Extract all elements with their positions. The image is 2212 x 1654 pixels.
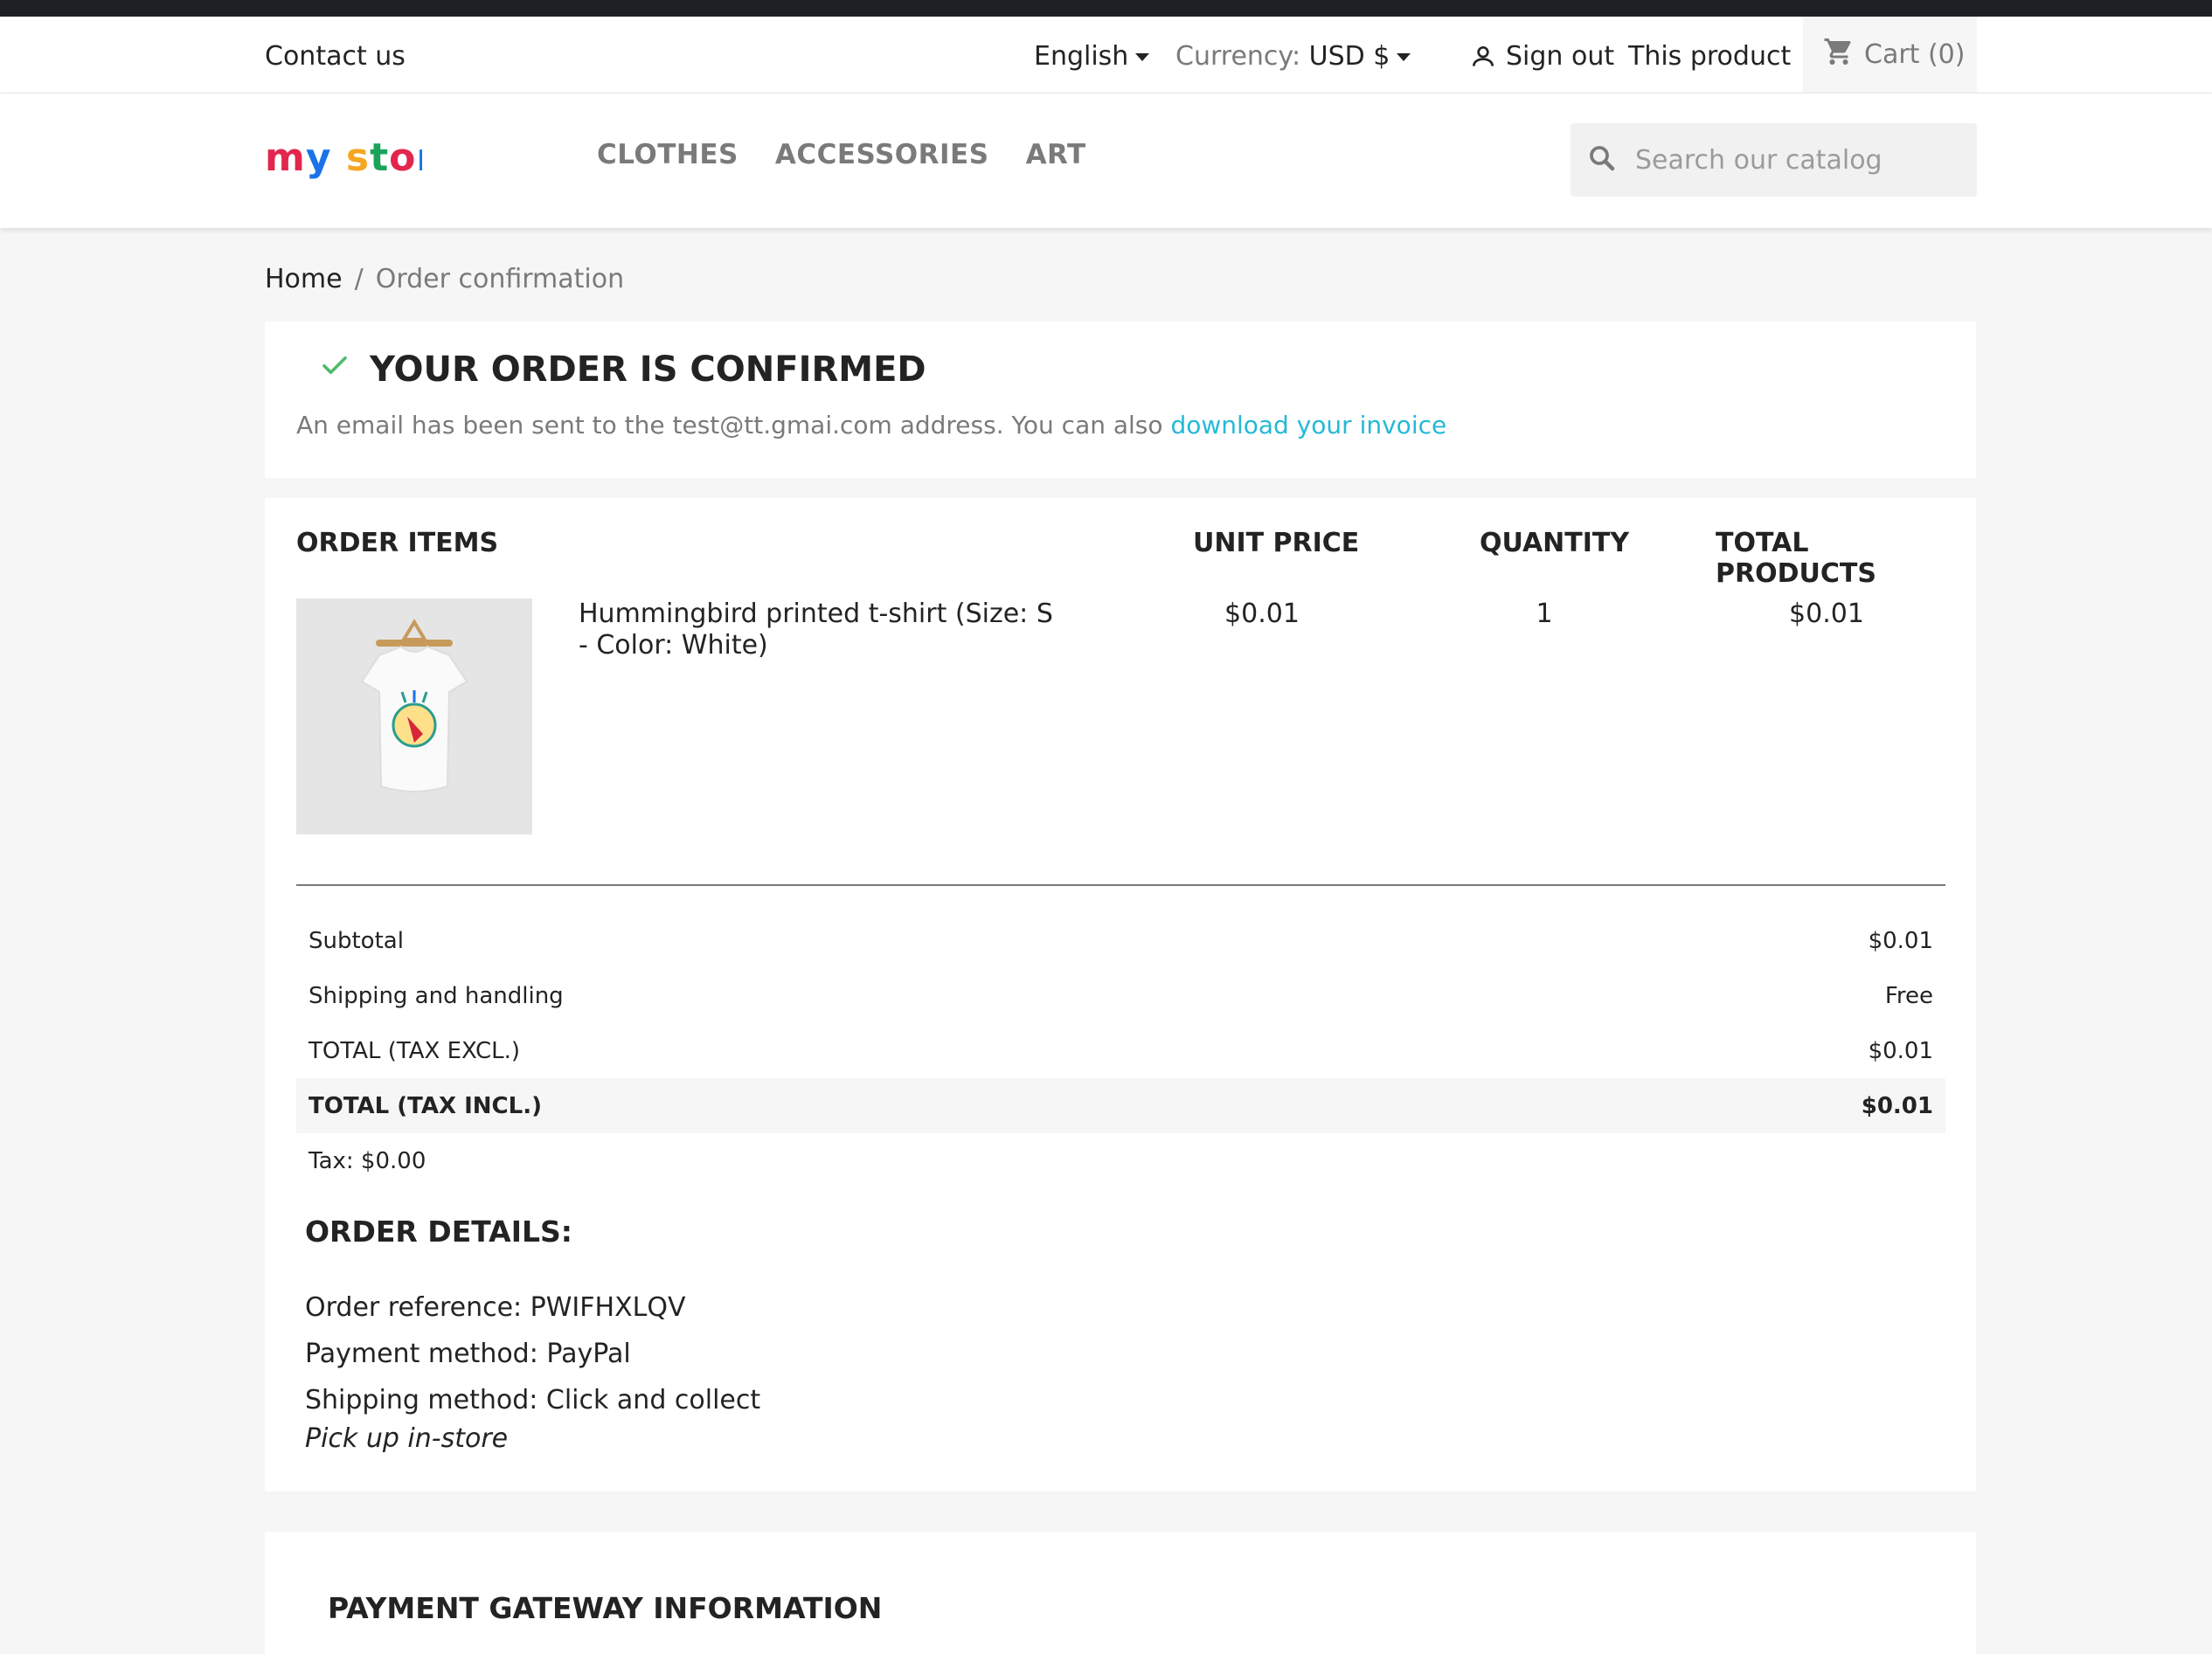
subtotal-label: Subtotal [309, 927, 404, 954]
logo-icon: my store [265, 135, 462, 180]
subtotal-row: Subtotal $0.01 [296, 913, 1945, 968]
top-strip [0, 0, 2212, 17]
currency-value: USD $ [1308, 41, 1390, 72]
product-image[interactable] [296, 599, 532, 834]
search-icon[interactable] [1586, 142, 1618, 177]
sign-out-link[interactable]: Sign out [1469, 41, 1614, 72]
product-name-link[interactable]: Hummingbird printed t-shirt (Size: S - C… [579, 599, 1068, 661]
currency-label: Currency: [1175, 41, 1301, 72]
breadcrumb-current: Order confirmation [375, 264, 625, 294]
header-order-items: ORDER ITEMS [296, 528, 499, 558]
subtotal-value: $0.01 [1868, 927, 1933, 954]
sign-out-label: Sign out [1506, 41, 1615, 72]
item-total: $0.01 [1789, 599, 1864, 629]
user-icon [1469, 43, 1497, 71]
menu-item-art[interactable]: ART [1026, 139, 1086, 170]
shipping-value: Free [1884, 982, 1933, 1009]
payment-gateway-card: PAYMENT GATEWAY INFORMATION [265, 1532, 1976, 1654]
total-excl-value: $0.01 [1868, 1037, 1933, 1064]
contact-link[interactable]: Contact us [265, 41, 406, 72]
confirmation-title: YOUR ORDER IS CONFIRMED [370, 349, 926, 390]
svg-text:my store: my store [265, 135, 422, 180]
header-top: my store CLOTHES ACCESSORIES ART [0, 93, 2212, 228]
currency-selector[interactable]: Currency: USD $ [1175, 41, 1411, 72]
payment-gateway-title: PAYMENT GATEWAY INFORMATION [328, 1591, 883, 1625]
confirmation-message: An email has been sent to the test@tt.gm… [296, 411, 1446, 439]
caret-down-icon [1135, 53, 1150, 61]
confirmation-heading: YOUR ORDER IS CONFIRMED [319, 349, 926, 390]
item-quantity: 1 [1536, 599, 1553, 629]
breadcrumb-separator: / [354, 264, 364, 294]
store-logo[interactable]: my store [265, 132, 462, 194]
total-excl-label: TOTAL (TAX EXCL.) [309, 1037, 521, 1064]
language-selector[interactable]: English [1034, 41, 1150, 72]
breadcrumb-home[interactable]: Home [265, 264, 343, 294]
menu-item-accessories[interactable]: ACCESSORIES [775, 139, 989, 170]
cart-button[interactable]: Cart (0) [1803, 17, 1977, 93]
header-unit-price: UNIT PRICE [1193, 528, 1360, 558]
order-totals: Subtotal $0.01 Shipping and handling Fre… [296, 913, 1945, 1188]
total-incl-value: $0.01 [1861, 1092, 1933, 1119]
download-invoice-link[interactable]: download your invoice [1170, 411, 1446, 439]
tshirt-icon [360, 619, 468, 792]
cart-icon [1822, 36, 1855, 74]
order-reference: Order reference: PWIFHXLQV [305, 1292, 686, 1323]
total-incl-row: TOTAL (TAX INCL.) $0.01 [296, 1078, 1945, 1133]
total-incl-label: TOTAL (TAX INCL.) [309, 1092, 542, 1119]
shipping-row: Shipping and handling Free [296, 968, 1945, 1023]
header-nav: Contact us English Currency: USD $ Sign … [0, 17, 2212, 93]
order-details-title: ORDER DETAILS: [305, 1215, 572, 1249]
tax-line: Tax: $0.00 [309, 1147, 426, 1174]
order-card: ORDER ITEMS UNIT PRICE QUANTITY TOTAL PR… [265, 498, 1976, 1491]
header-total-products: TOTAL PRODUCTS [1716, 528, 1876, 589]
confirmation-text: An email has been sent to the test@tt.gm… [296, 411, 1163, 439]
shipping-method-detail: Pick up in-store [305, 1423, 509, 1454]
header-quantity: QUANTITY [1480, 528, 1630, 558]
totals-divider [296, 884, 1945, 886]
page: Contact us English Currency: USD $ Sign … [0, 0, 2212, 1654]
caret-down-icon [1397, 53, 1411, 61]
payment-method: Payment method: PayPal [305, 1339, 631, 1369]
check-icon [319, 349, 350, 390]
confirmation-card: YOUR ORDER IS CONFIRMED An email has bee… [265, 322, 1976, 478]
main-menu: CLOTHES ACCESSORIES ART [597, 139, 1086, 170]
search-box [1571, 123, 1977, 197]
cart-label: Cart (0) [1864, 39, 1966, 70]
shipping-method: Shipping method: Click and collect [305, 1385, 761, 1415]
menu-item-clothes[interactable]: CLOTHES [597, 139, 738, 170]
search-input[interactable] [1633, 143, 1969, 176]
breadcrumb: Home / Order confirmation [265, 264, 624, 294]
total-excl-row: TOTAL (TAX EXCL.) $0.01 [296, 1023, 1945, 1078]
item-unit-price: $0.01 [1224, 599, 1300, 629]
language-label: English [1034, 41, 1129, 72]
this-product-link[interactable]: This product [1628, 41, 1791, 72]
order-details: Order reference: PWIFHXLQV Payment metho… [305, 1284, 760, 1455]
shipping-label: Shipping and handling [309, 982, 564, 1009]
